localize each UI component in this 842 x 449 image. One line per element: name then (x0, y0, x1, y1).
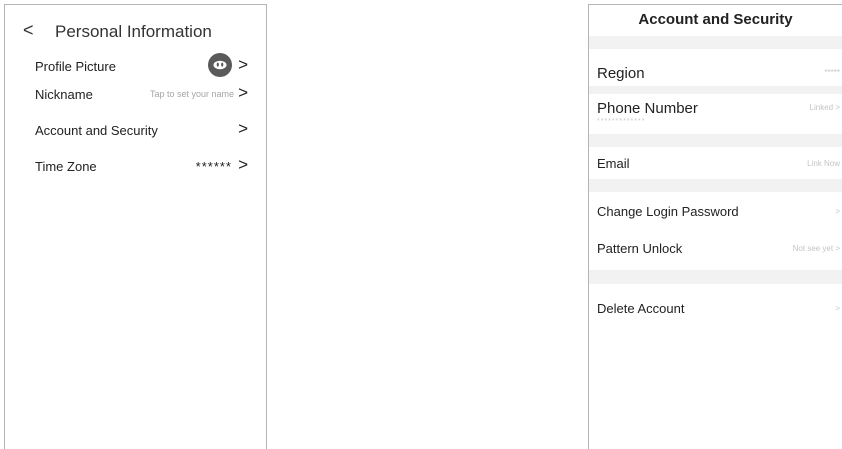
row-label: Time Zone (35, 159, 97, 174)
row-region[interactable]: Region ***** (597, 65, 840, 85)
avatar[interactable] (208, 53, 232, 77)
row-label: Email (597, 156, 630, 171)
chevron-right-icon: > (835, 304, 840, 313)
row-delete-account[interactable]: Delete Account > (597, 301, 840, 321)
page-title: Personal Information (55, 22, 212, 41)
row-time-zone[interactable]: Time Zone ****** > (35, 155, 248, 177)
account-security-screen: Account and Security Region ***** Phone … (588, 4, 842, 449)
region-value: ***** (824, 68, 840, 77)
nickname-hint: Tap to set your name (149, 89, 234, 99)
row-label: Delete Account (597, 301, 685, 316)
chevron-right-icon: > (238, 55, 248, 74)
row-label: Profile Picture (35, 59, 116, 74)
personal-header: < Personal Information (5, 20, 266, 46)
row-profile-picture[interactable]: Profile Picture > (35, 53, 248, 77)
chevron-right-icon: > (238, 83, 248, 102)
back-button[interactable]: < (23, 20, 34, 41)
chevron-right-icon: > (238, 119, 248, 138)
chevron-right-icon: > (835, 207, 840, 216)
row-pattern-unlock[interactable]: Pattern Unlock Not see yet > (597, 241, 840, 261)
section-divider (589, 179, 842, 192)
section-divider (589, 134, 842, 147)
section-divider (589, 86, 842, 94)
chevron-right-icon: > (238, 155, 248, 174)
row-change-login-password[interactable]: Change Login Password > (597, 204, 840, 224)
row-label: Account and Security (35, 123, 158, 138)
section-divider (589, 270, 842, 284)
section-divider (589, 36, 842, 49)
email-link-now[interactable]: Link Now (807, 159, 840, 168)
row-phone-number[interactable]: Phone Number ************* Linked > (597, 100, 840, 130)
personal-information-screen: < Personal Information Profile Picture >… (4, 4, 267, 449)
row-label: Phone Number (597, 100, 698, 117)
row-label: Pattern Unlock (597, 241, 683, 256)
page-title: Account and Security (638, 11, 793, 28)
pattern-unlock-status: Not see yet > (792, 244, 840, 253)
row-account-security[interactable]: Account and Security > (35, 119, 248, 141)
row-nickname[interactable]: Nickname Tap to set your name > (35, 83, 248, 105)
row-label: Nickname (35, 87, 93, 102)
phone-number-masked: ************* (597, 118, 646, 125)
time-zone-value: ****** (195, 159, 232, 174)
avatar-face-icon (213, 60, 227, 70)
phone-linked-status: Linked > (809, 103, 840, 112)
row-label: Region (597, 65, 645, 82)
row-label: Change Login Password (597, 204, 739, 219)
row-email[interactable]: Email Link Now (597, 156, 840, 176)
